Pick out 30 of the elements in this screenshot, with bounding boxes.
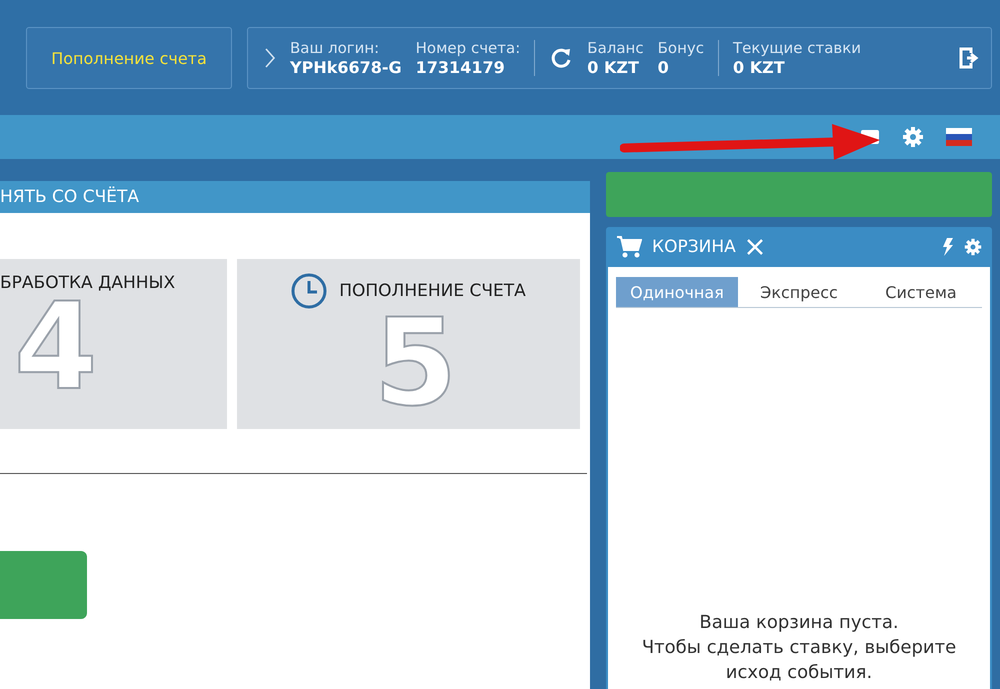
empty-cart-title: Ваша корзина пуста. [699, 611, 899, 635]
bonus-label: Бонус [658, 38, 704, 58]
balance-value: 0 KZT [587, 58, 640, 78]
close-icon[interactable] [746, 238, 764, 256]
russian-flag-icon[interactable] [946, 128, 972, 146]
account-number-value: 17314179 [416, 58, 506, 78]
chevron-icon[interactable] [264, 47, 276, 69]
step-number: 5 [374, 309, 458, 419]
balance-label: Баланс [587, 38, 644, 58]
step-title: БРАБОТКА ДАННЫХ [0, 273, 176, 293]
login-value: YPHk6678-G [290, 58, 402, 78]
account-number-label: Номер счета: [416, 38, 520, 58]
step-title: ПОПОЛНЕНИЕ СЧЕТА [339, 281, 526, 301]
cart-title: КОРЗИНА [652, 237, 736, 257]
empty-cart-hint: Чтобы сделать ставку, выберите исход события. [640, 636, 958, 685]
deposit-button[interactable]: Пополнение счета [26, 27, 232, 89]
lightning-icon[interactable] [942, 238, 954, 256]
cart-icon [616, 235, 642, 259]
logout-icon[interactable] [959, 46, 979, 70]
settings-icon[interactable] [902, 126, 924, 148]
step-number: 4 [14, 293, 98, 403]
bet-type-tab[interactable]: Система [860, 277, 982, 307]
settings-icon[interactable] [964, 238, 982, 256]
login-label: Ваш логин: [290, 38, 380, 58]
current-bets-label: Текущие ставки [733, 38, 862, 58]
bet-type-tab[interactable]: Экспресс [738, 277, 860, 307]
current-bets-value: 0 KZT [733, 58, 786, 78]
refresh-icon[interactable] [549, 46, 574, 70]
bonus-value: 0 [658, 58, 670, 78]
panel-title: НЯТЬ СО СЧЁТА [0, 187, 139, 207]
